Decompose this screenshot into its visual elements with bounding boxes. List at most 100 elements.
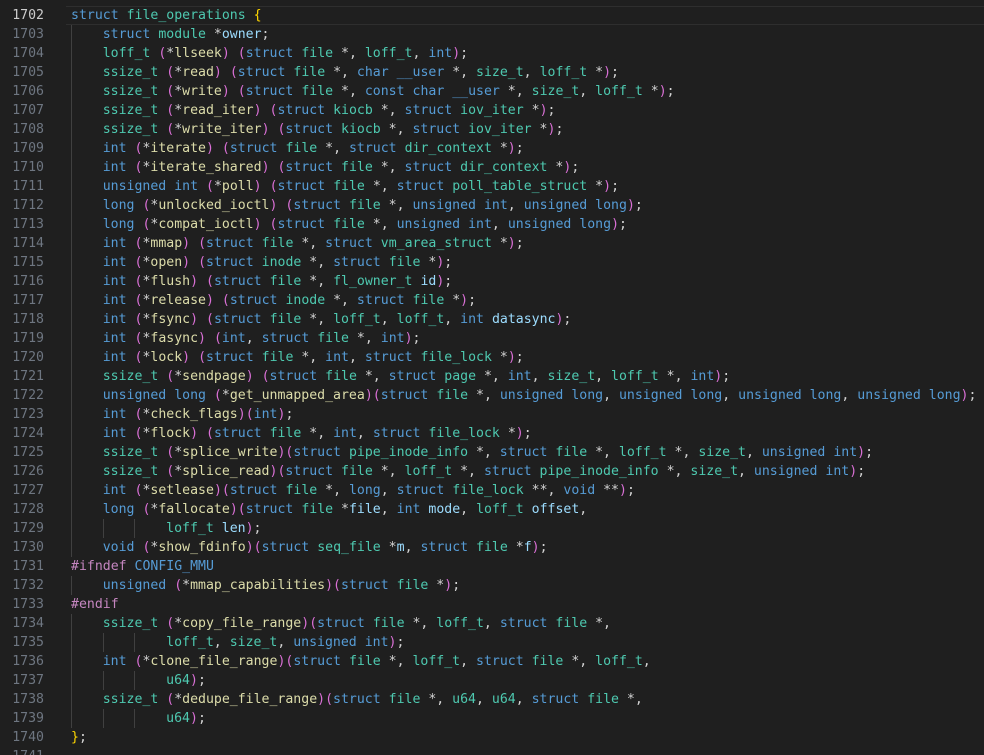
code-line[interactable]: 1737 u64);: [0, 671, 984, 690]
code-text: loff_t (*llseek) (struct file *, loff_t,…: [103, 44, 468, 63]
code-line[interactable]: 1739 u64);: [0, 709, 984, 728]
code-editor[interactable]: 17011702struct file_operations {1703stru…: [0, 0, 984, 755]
code-line[interactable]: 1717 int (*release) (struct inode *, stru…: [0, 291, 984, 310]
code-line[interactable]: 1716 int (*flush) (struct file *, fl_owne…: [0, 272, 984, 291]
line-number: 1741: [0, 747, 44, 755]
code-token: *,: [476, 369, 508, 384]
code-line[interactable]: 1724 int (*flock) (struct file *, int, st…: [0, 424, 984, 443]
code-token: flock: [150, 426, 191, 441]
code-token: int: [102, 331, 127, 346]
code-line[interactable]: 1738 ssize_t (*dedupe_file_range)(struct …: [0, 690, 984, 709]
code-token: get_unmapped_area: [229, 388, 365, 403]
code-token: ): [189, 711, 198, 726]
line-number: 1704: [12, 46, 44, 61]
line-number: 1716: [12, 274, 44, 289]
code-line[interactable]: 1740};: [0, 728, 984, 747]
code-line[interactable]: 1727 int (*setlease)(struct file *, long,…: [0, 481, 984, 500]
indent-guide: [71, 348, 72, 367]
code-text: unsigned long (*get_unmapped_area)(struc…: [103, 386, 977, 405]
code-token: int: [460, 312, 484, 327]
code-token: (: [166, 464, 175, 479]
code-line[interactable]: 1723 int (*check_flags)(int);: [0, 405, 984, 424]
code-token: struct: [412, 122, 461, 137]
code-line[interactable]: 1719 int (*fasync) (int, struct file *, i…: [0, 329, 984, 348]
code-line[interactable]: 1718 int (*fsync) (struct file *, loff_t,…: [0, 310, 984, 329]
code-line[interactable]: 1728 long (*fallocate)(struct file *file,…: [0, 500, 984, 519]
code-line[interactable]: 1709 int (*iterate) (struct file *, struc…: [0, 139, 984, 158]
code-line[interactable]: 1731 #ifndef CONFIG_MMU: [0, 557, 984, 576]
code-token: read_iter: [182, 103, 254, 118]
code-token: struct: [229, 483, 278, 498]
code-line[interactable]: 1730 void (*show_fdinfo)(struct seq_file …: [0, 538, 984, 557]
code-token: datasync: [491, 312, 556, 327]
indent-guide: [102, 709, 104, 728]
code-line[interactable]: 1736 int (*clone_file_range)(struct file …: [0, 652, 984, 671]
code-line[interactable]: 1725 ssize_t (*splice_write)(struct pipe_…: [0, 443, 984, 462]
code-line[interactable]: 1705 ssize_t (*read) (struct file *, char…: [0, 63, 984, 82]
code-token: ;: [611, 179, 620, 194]
line-number: 1735: [12, 635, 44, 650]
code-token: ;: [539, 540, 548, 555]
code-line[interactable]: 1734 ssize_t (*copy_file_range)(struct fi…: [0, 614, 984, 633]
code-token: *,: [333, 46, 365, 61]
code-line[interactable]: 1704 loff_t (*llseek) (struct file *, lof…: [0, 44, 984, 63]
code-token: __user: [452, 84, 500, 99]
code-token: unsigned: [102, 388, 167, 403]
code-line[interactable]: 1721 ssize_t (*sendpage) (struct file *, …: [0, 367, 984, 386]
code-text: int (*setlease)(struct file *, long, str…: [103, 481, 635, 500]
code-token: ;: [444, 274, 453, 289]
code-token: ,: [491, 217, 508, 232]
code-token: ): [364, 388, 373, 403]
indent-guide: [71, 443, 72, 462]
code-token: char: [356, 65, 389, 80]
code-token: struct: [269, 369, 318, 384]
code-token: unsigned: [738, 388, 802, 403]
code-line[interactable]: 1708 ssize_t (*write_iter) (struct kiocb …: [0, 120, 984, 139]
code-line[interactable]: 1741: [0, 747, 984, 755]
indent-guide: [71, 709, 72, 728]
indent-guide: [134, 709, 136, 728]
code-token: poll: [221, 179, 254, 194]
code-line[interactable]: 1710 int (*iterate_shared) (struct file *…: [0, 158, 984, 177]
code-line[interactable]: 1703 struct module *owner;: [0, 25, 984, 44]
line-number: 1710: [12, 160, 44, 175]
code-token: (: [206, 426, 214, 441]
code-text: int (*flush) (struct file *, fl_owner_t …: [103, 272, 453, 291]
code-line[interactable]: 1714 int (*mmap) (struct file *, struct v…: [0, 234, 984, 253]
code-line[interactable]: 1720 int (*lock) (struct file *, int, str…: [0, 348, 984, 367]
code-line[interactable]: 1735 loff_t, size_t, unsigned int);: [0, 633, 984, 652]
code-token: ;: [722, 369, 731, 384]
code-token: int: [833, 445, 858, 460]
code-line[interactable]: 1712 long (*unlocked_ioctl) (struct file …: [0, 196, 984, 215]
line-number: 1732: [12, 578, 44, 593]
code-token: file: [333, 179, 365, 194]
code-line[interactable]: 1715 int (*open) (struct inode *, struct …: [0, 253, 984, 272]
code-line[interactable]: 1733 #endif: [0, 595, 984, 614]
code-line[interactable]: 1722 unsigned long (*get_unmapped_area)(s…: [0, 386, 984, 405]
code-line[interactable]: 1713 long (*compat_ioctl) (struct file *,…: [0, 215, 984, 234]
code-line[interactable]: 1711 unsigned int (*poll) (struct file *,…: [0, 177, 984, 196]
code-token: unsigned: [753, 464, 818, 479]
code-token: (: [198, 255, 207, 270]
code-line[interactable]: 1702 struct file_operations {: [0, 6, 984, 25]
code-token: long: [571, 388, 604, 403]
line-number: 1707: [12, 103, 44, 118]
code-line[interactable]: 1729 loff_t len);: [0, 519, 984, 538]
code-line[interactable]: 1732 unsigned (*mmap_capabilities)(struct…: [0, 576, 984, 595]
code-token: *: [174, 84, 183, 99]
code-token: int: [396, 502, 421, 517]
code-line[interactable]: 1726 ssize_t (*splice_read)(struct file *…: [0, 462, 984, 481]
code-line[interactable]: 1707 ssize_t (*read_iter) (struct kiocb *…: [0, 101, 984, 120]
code-token: file: [348, 654, 381, 669]
code-text: unsigned int (*poll) (struct file *, str…: [103, 177, 619, 196]
code-line[interactable]: 1706 ssize_t (*write) (struct file *, con…: [0, 82, 984, 101]
code-token: int: [102, 426, 127, 441]
code-token: u64: [491, 692, 516, 707]
